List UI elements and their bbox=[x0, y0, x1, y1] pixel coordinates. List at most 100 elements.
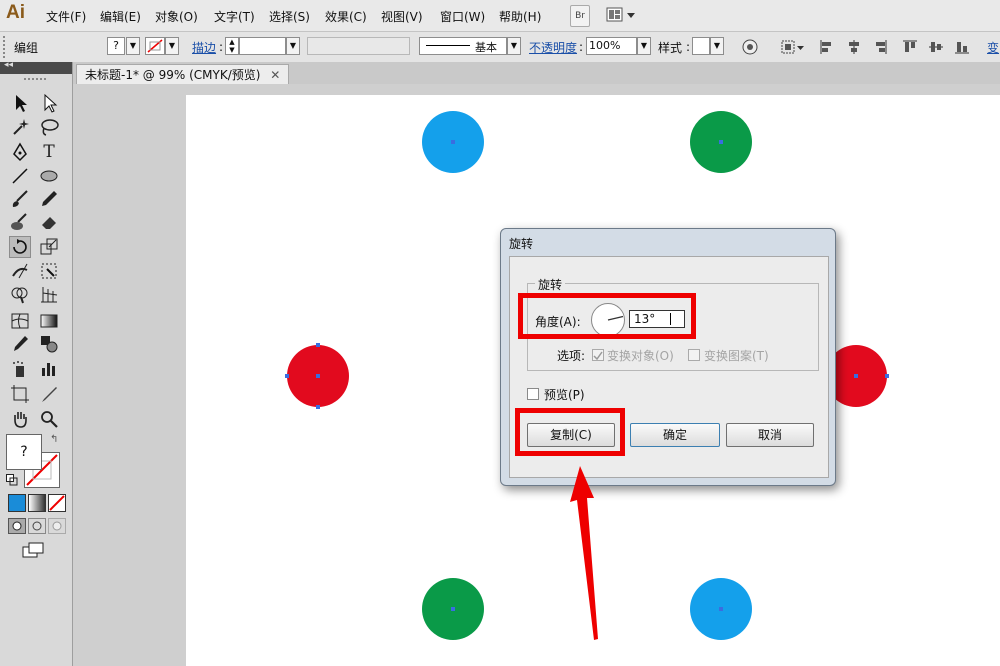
brush-dropdown[interactable]: ▼ bbox=[507, 37, 521, 55]
toolbox-header[interactable]: ◂◂ bbox=[0, 60, 72, 74]
ok-button[interactable]: 确定 bbox=[630, 423, 720, 447]
menu-help[interactable]: 帮助(H) bbox=[499, 8, 541, 25]
draw-behind-icon[interactable] bbox=[28, 518, 46, 534]
stroke-weight-input[interactable] bbox=[239, 37, 286, 55]
cancel-button[interactable]: 取消 bbox=[726, 423, 814, 447]
opacity-link[interactable]: 不透明度 bbox=[529, 39, 577, 56]
opacity-colon: : bbox=[579, 40, 584, 54]
fill-swatch[interactable]: ? bbox=[107, 37, 125, 55]
lasso-tool-icon[interactable] bbox=[38, 116, 60, 138]
anchor-point[interactable] bbox=[451, 607, 455, 611]
default-fill-stroke-icon[interactable] bbox=[6, 474, 18, 486]
menu-view[interactable]: 视图(V) bbox=[381, 8, 423, 25]
rotate-tool-icon[interactable] bbox=[9, 236, 31, 258]
close-tab-icon[interactable]: ✕ bbox=[270, 68, 280, 82]
anchor-point[interactable] bbox=[719, 140, 723, 144]
stroke-weight-stepper[interactable]: ▲ ▼ bbox=[225, 37, 239, 55]
gradient-mode-icon[interactable] bbox=[28, 494, 46, 512]
dialog-title: 旋转 bbox=[509, 237, 534, 251]
align-left-icon[interactable] bbox=[820, 40, 834, 54]
document-tab[interactable]: 未标题-1* @ 99% (CMYK/预览) ✕ bbox=[76, 64, 290, 85]
align-top-icon[interactable] bbox=[903, 40, 917, 54]
opacity-input[interactable]: 100% bbox=[586, 37, 637, 55]
column-graph-tool-icon[interactable] bbox=[38, 358, 60, 380]
align-center-icon[interactable] bbox=[847, 40, 861, 54]
transform-link[interactable]: 变 bbox=[987, 39, 999, 56]
artboard-tool-icon[interactable] bbox=[9, 383, 31, 405]
anchor-point[interactable] bbox=[316, 343, 320, 347]
style-label: 样式 bbox=[658, 41, 683, 55]
collapse-toolbox-icon[interactable]: ◂◂ bbox=[4, 60, 13, 70]
eraser-tool-icon[interactable] bbox=[38, 211, 60, 233]
scale-tool-icon[interactable] bbox=[38, 236, 60, 258]
paintbrush-tool-icon[interactable] bbox=[9, 188, 31, 210]
mesh-tool-icon[interactable] bbox=[9, 310, 31, 332]
menu-object[interactable]: 对象(O) bbox=[155, 8, 198, 25]
pencil-tool-icon[interactable] bbox=[38, 188, 60, 210]
selection-tool-icon[interactable] bbox=[9, 92, 31, 114]
align-middle-icon[interactable] bbox=[929, 40, 943, 54]
stroke-swatch[interactable] bbox=[145, 37, 165, 55]
blob-brush-tool-icon[interactable] bbox=[9, 211, 31, 233]
align-right-icon[interactable] bbox=[873, 40, 887, 54]
fill-dropdown[interactable]: ▼ bbox=[126, 37, 140, 55]
menu-effect[interactable]: 效果(C) bbox=[325, 8, 367, 25]
bridge-button[interactable]: Br bbox=[570, 5, 590, 27]
stroke-link[interactable]: 描边 bbox=[192, 39, 216, 56]
opacity-dropdown[interactable]: ▼ bbox=[637, 37, 651, 55]
draw-normal-icon[interactable] bbox=[8, 518, 26, 534]
menu-edit[interactable]: 编辑(E) bbox=[100, 8, 141, 25]
transform-objects-checkbox[interactable] bbox=[592, 349, 604, 361]
menu-file[interactable]: 文件(F) bbox=[46, 8, 86, 25]
slice-tool-icon[interactable] bbox=[38, 383, 60, 405]
preview-checkbox[interactable] bbox=[527, 388, 539, 400]
magic-wand-tool-icon[interactable] bbox=[9, 116, 31, 138]
stroke-weight-dropdown[interactable]: ▼ bbox=[286, 37, 300, 55]
anchor-point[interactable] bbox=[885, 374, 889, 378]
eyedropper-tool-icon[interactable] bbox=[9, 333, 31, 355]
screen-mode-icon[interactable] bbox=[22, 542, 46, 560]
brush-definition[interactable]: 基本 bbox=[419, 37, 507, 55]
gradient-tool-icon[interactable] bbox=[38, 310, 60, 332]
menu-type[interactable]: 文字(T) bbox=[214, 8, 255, 25]
none-mode-icon[interactable] bbox=[48, 494, 66, 512]
menu-window[interactable]: 窗口(W) bbox=[440, 8, 485, 25]
zoom-tool-icon[interactable] bbox=[38, 408, 60, 430]
blend-tool-icon[interactable] bbox=[38, 333, 60, 355]
draw-inside-icon[interactable] bbox=[48, 518, 66, 534]
stroke-colon: : bbox=[219, 40, 224, 54]
color-mode-icon[interactable] bbox=[8, 494, 26, 512]
anchor-point[interactable] bbox=[451, 140, 455, 144]
swap-fill-stroke-icon[interactable]: ↰ bbox=[50, 434, 58, 445]
anchor-point[interactable] bbox=[285, 374, 289, 378]
fill-color-box[interactable]: ? bbox=[6, 434, 42, 470]
anchor-point[interactable] bbox=[719, 607, 723, 611]
warp-tool-icon[interactable] bbox=[9, 260, 31, 282]
transform-patterns-label: 变换图案(T) bbox=[704, 349, 769, 363]
transform-patterns-checkbox[interactable] bbox=[688, 349, 700, 361]
hand-tool-icon[interactable] bbox=[9, 408, 31, 430]
align-to-icon[interactable] bbox=[780, 38, 806, 56]
free-transform-tool-icon[interactable] bbox=[38, 260, 60, 282]
anchor-point[interactable] bbox=[316, 405, 320, 409]
line-tool-icon[interactable] bbox=[9, 165, 31, 187]
type-tool-icon[interactable]: T bbox=[38, 141, 60, 163]
direct-selection-tool-icon[interactable] bbox=[38, 92, 60, 114]
stroke-dropdown[interactable]: ▼ bbox=[165, 37, 179, 55]
align-bottom-icon[interactable] bbox=[955, 40, 969, 54]
graphic-style-dropdown[interactable]: ▼ bbox=[710, 37, 724, 55]
anchor-point[interactable] bbox=[316, 374, 320, 378]
symbol-sprayer-tool-icon[interactable] bbox=[9, 358, 31, 380]
ellipse-tool-icon[interactable] bbox=[38, 165, 60, 187]
toolbox-grip[interactable] bbox=[24, 78, 46, 83]
perspective-grid-tool-icon[interactable] bbox=[38, 283, 60, 305]
panel-grip[interactable] bbox=[3, 36, 7, 58]
arrange-documents-icon[interactable] bbox=[606, 6, 636, 24]
graphic-style-swatch[interactable] bbox=[692, 37, 710, 55]
preview-label: 预览(P) bbox=[544, 388, 585, 402]
recolor-artwork-icon[interactable] bbox=[741, 38, 759, 56]
pen-tool-icon[interactable] bbox=[9, 141, 31, 163]
anchor-point[interactable] bbox=[854, 374, 858, 378]
menu-select[interactable]: 选择(S) bbox=[269, 8, 310, 25]
shape-builder-tool-icon[interactable] bbox=[9, 283, 31, 305]
